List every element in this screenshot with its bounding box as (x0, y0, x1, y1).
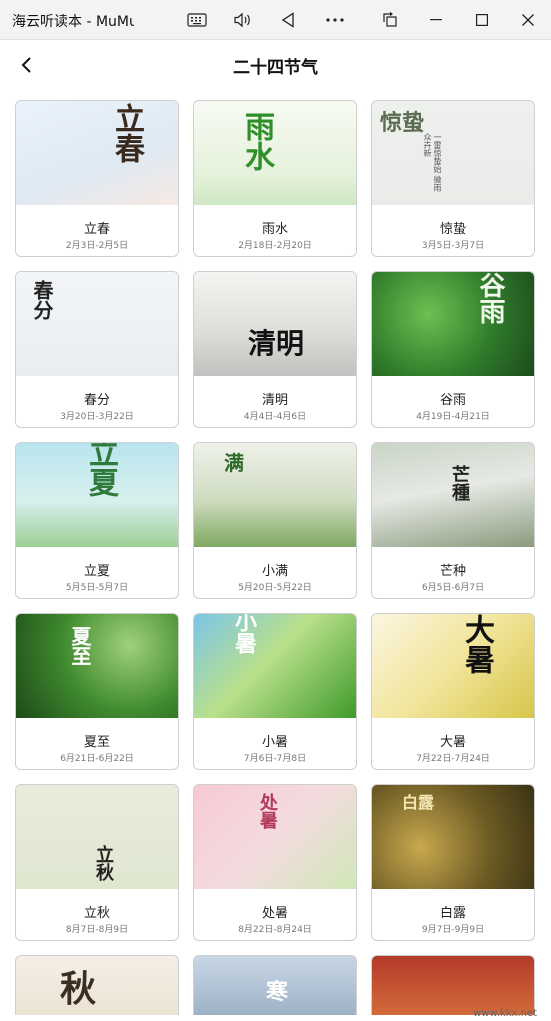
solar-term-calligraphy: 大暑 (459, 614, 494, 674)
solar-term-name: 芒种 (439, 564, 466, 579)
solar-term-image: 立春 (16, 101, 178, 205)
solar-term-dates: 6月21日-6月22日 (60, 754, 134, 764)
solar-term-image: 夏至 (16, 614, 178, 718)
solar-term-image: 立夏 (16, 443, 178, 547)
solar-term-image: 雨水 (194, 101, 356, 205)
solar-term-calligraphy: 满 (224, 451, 244, 475)
solar-term-calligraphy: 夏至 (68, 626, 92, 666)
solar-term-card[interactable]: 谷雨 谷雨 4月19日-4月21日 (371, 271, 535, 428)
back-triangle-icon[interactable] (276, 0, 300, 40)
solar-term-image: 谷雨 (372, 272, 534, 376)
solar-term-dates: 4月19日-4月21日 (416, 412, 490, 422)
solar-term-name: 小满 (261, 564, 288, 579)
solar-term-dates: 2月3日-2月5日 (65, 241, 129, 251)
solar-term-image: 春分 (16, 272, 178, 376)
solar-term-image: 立秋 (16, 785, 178, 889)
solar-term-card[interactable]: 雨水 雨水 2月18日-2月20日 (193, 100, 357, 257)
solar-term-image: 白露 (372, 785, 534, 889)
solar-term-name: 小暑 (261, 735, 288, 750)
solar-term-calligraphy: 立夏 (83, 443, 118, 497)
solar-term-image: 处暑 (194, 785, 356, 889)
solar-term-dates: 7月22日-7月24日 (416, 754, 490, 764)
solar-term-calligraphy: 处暑 (257, 793, 278, 829)
solar-term-card[interactable]: 春分 春分 3月20日-3月22日 (15, 271, 179, 428)
watermark: www.kkx.net (473, 1008, 537, 1019)
solar-term-card[interactable]: 立夏 立夏 5月5日-5月7日 (15, 442, 179, 599)
keyboard-icon[interactable] (184, 0, 210, 40)
solar-term-dates: 6月5日-6月7日 (421, 583, 485, 593)
solar-term-poem: 一雷惊蛰始 微雨众卉新 (423, 133, 442, 192)
solar-term-name: 雨水 (261, 222, 288, 237)
more-icon[interactable] (322, 0, 348, 40)
solar-term-calligraphy: 立春 (109, 103, 144, 163)
solar-term-calligraphy: 雨水 (239, 111, 274, 171)
solar-term-calligraphy: 立秋 (93, 845, 114, 881)
solar-term-dates: 3月20日-3月22日 (60, 412, 134, 422)
solar-term-dates: 5月20日-5月22日 (238, 583, 312, 593)
solar-term-name: 立秋 (83, 906, 110, 921)
solar-term-card[interactable]: 夏至 夏至 6月21日-6月22日 (15, 613, 179, 770)
solar-term-calligraphy: 白露 (402, 793, 435, 812)
solar-term-dates: 7月6日-7月8日 (243, 754, 307, 764)
solar-term-calligraphy: 芒種 (449, 465, 470, 501)
solar-term-image: 惊蛰 一雷惊蛰始 微雨众卉新 (372, 101, 534, 205)
maximize-icon[interactable] (470, 0, 494, 40)
solar-term-image: 芒種 (372, 443, 534, 547)
solar-term-dates: 9月7日-9月9日 (421, 925, 485, 935)
solar-term-card[interactable]: 小暑 小暑 7月6日-7月8日 (193, 613, 357, 770)
solar-term-name: 清明 (261, 393, 288, 408)
solar-term-card[interactable]: 立春 立春 2月3日-2月5日 (15, 100, 179, 257)
solar-term-image: 大暑 (372, 614, 534, 718)
solar-term-image: 清明 (194, 272, 356, 376)
solar-term-card[interactable]: 寒 (193, 955, 357, 1015)
solar-term-name: 白露 (439, 906, 466, 921)
solar-term-name: 立夏 (83, 564, 110, 579)
solar-term-name: 惊蛰 (439, 222, 466, 237)
solar-term-name: 夏至 (83, 735, 110, 750)
minimize-icon[interactable] (424, 0, 448, 40)
solar-term-dates: 8月7日-8月9日 (65, 925, 129, 935)
window-titlebar: 海云听读本 - MuMu (0, 0, 551, 40)
solar-term-dates: 3月5日-3月7日 (421, 241, 485, 251)
solar-term-calligraphy: 清明 (248, 327, 305, 360)
solar-term-name: 大暑 (439, 735, 466, 750)
solar-term-calligraphy: 寒 (266, 979, 289, 1005)
rotate-screen-icon[interactable] (378, 0, 402, 40)
volume-icon[interactable] (230, 0, 256, 40)
solar-term-calligraphy: 春分 (30, 280, 54, 320)
solar-term-calligraphy: 惊蛰 (380, 110, 425, 136)
solar-term-calligraphy: 小暑 (231, 614, 257, 654)
solar-term-card[interactable]: 秋 (15, 955, 179, 1015)
solar-term-card[interactable]: 满小满 5月20日-5月22日 (193, 442, 357, 599)
solar-term-card[interactable]: 立秋 立秋 8月7日-8月9日 (15, 784, 179, 941)
solar-term-card[interactable]: 大暑 大暑 7月22日-7月24日 (371, 613, 535, 770)
solar-term-calligraphy: 秋 (60, 968, 97, 1010)
solar-term-card[interactable]: 芒種芒种 6月5日-6月7日 (371, 442, 535, 599)
solar-term-calligraphy: 谷雨 (475, 272, 505, 324)
solar-term-card[interactable]: 处暑 处暑 8月22日-8月24日 (193, 784, 357, 941)
page-header: 二十四节气 (0, 40, 551, 88)
solar-term-card[interactable]: 清明 清明 4月4日-4月6日 (193, 271, 357, 428)
solar-term-card[interactable]: 白露 白露 9月7日-9月9日 (371, 784, 535, 941)
solar-term-card[interactable] (371, 955, 535, 1015)
window-title: 海云听读本 - MuMu (12, 14, 134, 30)
solar-term-card[interactable]: 惊蛰 一雷惊蛰始 微雨众卉新 惊蛰 3月5日-3月7日 (371, 100, 535, 257)
solar-term-image: 满 (194, 443, 356, 547)
solar-term-dates: 5月5日-5月7日 (65, 583, 129, 593)
solar-term-dates: 4月4日-4月6日 (243, 412, 307, 422)
solar-term-name: 春分 (83, 393, 110, 408)
solar-term-name: 立春 (83, 222, 110, 237)
solar-term-name: 谷雨 (439, 393, 466, 408)
solar-term-dates: 8月22日-8月24日 (238, 925, 312, 935)
close-icon[interactable] (516, 0, 540, 40)
page-title: 二十四节气 (233, 58, 318, 78)
solar-term-image: 小暑 (194, 614, 356, 718)
solar-term-name: 处暑 (261, 906, 288, 921)
solar-term-dates: 2月18日-2月20日 (238, 241, 312, 251)
